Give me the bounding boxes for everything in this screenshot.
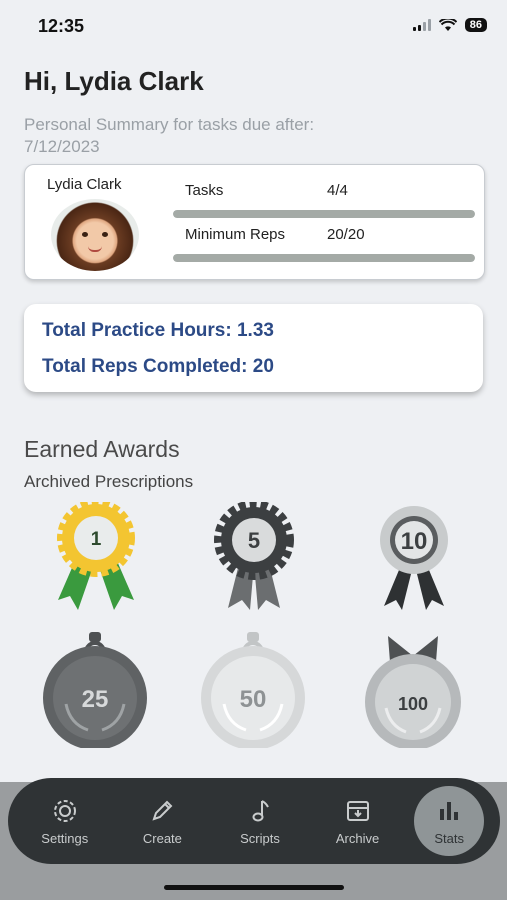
award-50-label: 50 <box>240 686 267 713</box>
tasks-value: 4/4 <box>327 182 348 199</box>
student-name: Lydia Clark <box>47 176 122 193</box>
summary-card: Lydia Clark Tasks 4/4 Minimum Reps 20/20 <box>24 164 485 280</box>
award-25-badge[interactable]: 25 <box>40 632 150 748</box>
award-100-badge[interactable]: 100 <box>358 632 468 748</box>
reps-label: Minimum Reps <box>185 226 286 243</box>
status-time: 12:35 <box>38 16 85 36</box>
tab-create[interactable]: Create <box>121 786 203 856</box>
home-indicator <box>164 885 344 890</box>
totals-card: Total Practice Hours: 1.33 Total Reps Co… <box>24 304 483 392</box>
award-10-label: 10 <box>401 528 428 555</box>
tab-stats-label: Stats <box>434 830 464 846</box>
award-10-badge[interactable]: 10 <box>366 502 462 612</box>
signal-icon <box>412 19 431 31</box>
earned-awards-title: Earned Awards <box>24 436 180 462</box>
award-1-badge[interactable]: 1 <box>48 502 144 612</box>
bar-chart-icon <box>440 801 459 820</box>
award-1-label: 1 <box>91 529 102 550</box>
archived-prescriptions-label: Archived Prescriptions <box>24 472 194 491</box>
tab-archive[interactable]: Archive <box>317 786 399 856</box>
tab-archive-label: Archive <box>335 830 380 846</box>
avatar <box>51 199 139 271</box>
summary-subtitle: Personal Summary for tasks due after: 7/… <box>24 114 424 158</box>
tasks-label: Tasks <box>185 182 224 199</box>
pencil-icon <box>152 800 173 821</box>
tasks-progress-fill <box>173 210 475 218</box>
battery-icon: 86 <box>464 18 487 32</box>
award-25-label: 25 <box>82 686 109 713</box>
tab-settings[interactable]: Settings <box>24 786 106 856</box>
status-icons: 86 <box>412 18 487 32</box>
subtitle-line-1: Personal Summary for tasks due after: <box>24 115 315 134</box>
reps-value: 20/20 <box>327 226 365 243</box>
greeting-title: Hi, Lydia Clark <box>24 66 204 96</box>
tab-stats[interactable]: Stats <box>414 786 485 856</box>
award-50-badge[interactable]: 50 <box>198 632 308 748</box>
tab-create-label: Create <box>142 830 182 846</box>
tab-settings-label: Settings <box>41 830 89 846</box>
subtitle-line-2: 7/12/2023 <box>24 137 100 156</box>
gear-icon <box>53 799 76 822</box>
reps-progress-fill <box>173 254 475 262</box>
wifi-icon <box>438 18 457 31</box>
tab-scripts[interactable]: Scripts <box>219 786 301 856</box>
archive-icon <box>346 800 369 821</box>
status-bar: 12:35 86 <box>0 0 507 52</box>
bottom-tab-bar: Settings Create Scripts Archive Stats <box>8 778 500 864</box>
reps-progress-bar <box>173 254 475 262</box>
tab-scripts-label: Scripts <box>240 830 280 846</box>
total-practice-hours: Total Practice Hours: 1.33 <box>42 320 274 341</box>
music-note-icon <box>252 799 269 821</box>
tasks-progress-bar <box>173 210 475 218</box>
award-5-label: 5 <box>248 528 260 553</box>
award-100-label: 100 <box>398 694 428 714</box>
award-5-badge[interactable]: 5 <box>206 502 302 612</box>
total-reps-completed: Total Reps Completed: 20 <box>42 356 274 377</box>
